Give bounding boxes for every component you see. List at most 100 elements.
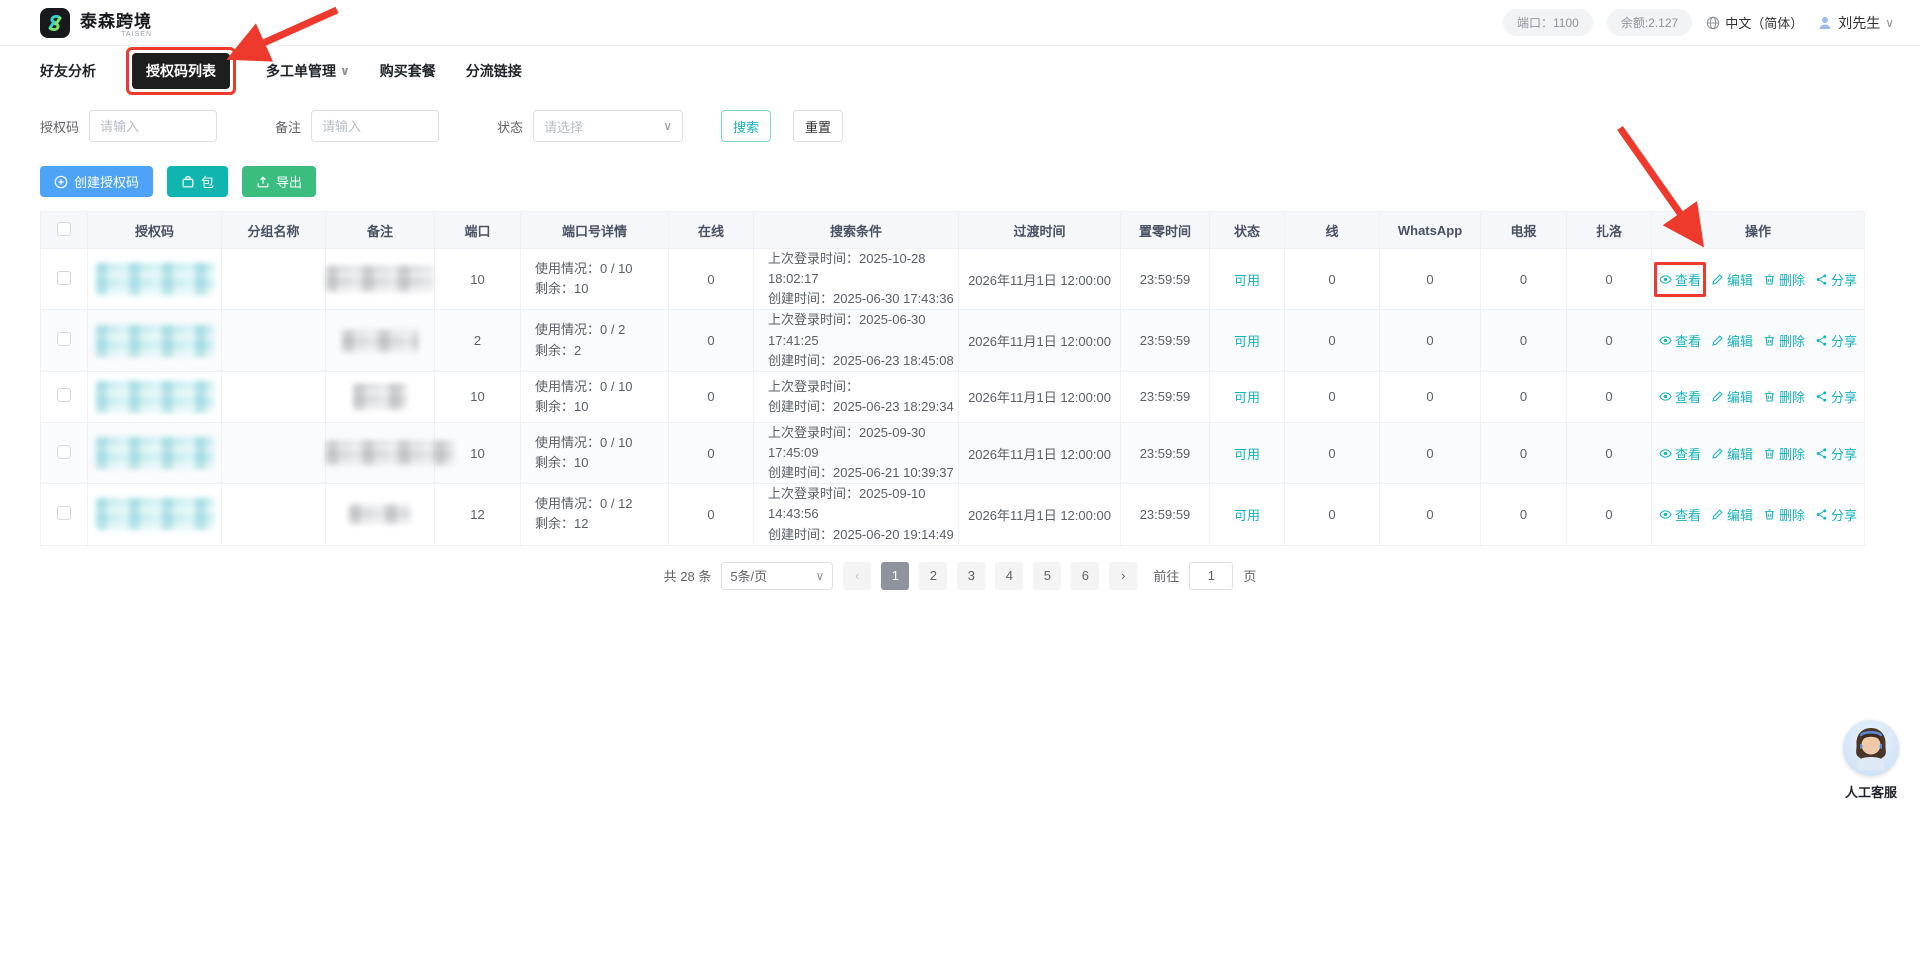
nav-split-link[interactable]: 分流链接 <box>466 61 522 81</box>
page-button-2[interactable]: 2 <box>919 562 947 590</box>
note-input[interactable] <box>311 110 439 142</box>
page-size-value: 5条/页 <box>730 566 767 585</box>
filter-bar: 授权码 备注 状态 请选择 ∨ 搜索 重置 <box>0 110 1920 142</box>
cell-search-condition: 上次登录时间：2025-10-28 18:02:17创建时间：2025-06-3… <box>754 249 959 310</box>
authcode-redacted <box>96 437 214 469</box>
user-menu[interactable]: 刘先生 ∨ <box>1817 13 1894 33</box>
globe-icon <box>1706 16 1720 30</box>
edit-button[interactable]: 编辑 <box>1711 444 1753 463</box>
share-button[interactable]: 分享 <box>1815 387 1857 406</box>
reset-button[interactable]: 重置 <box>793 110 843 142</box>
goto-page-input[interactable] <box>1189 562 1233 590</box>
share-button[interactable]: 分享 <box>1815 444 1857 463</box>
cell-port-detail: 使用情况：0 / 10剩余：10 <box>521 422 669 483</box>
chevron-down-icon: ∨ <box>663 119 672 133</box>
share-button[interactable]: 分享 <box>1815 505 1857 524</box>
nav-authcode-list[interactable]: 授权码列表 <box>132 53 230 89</box>
status-badge: 可用 <box>1210 249 1285 310</box>
cell-group-name <box>222 371 326 422</box>
delete-button[interactable]: 删除 <box>1763 444 1805 463</box>
cell-search-condition: 上次登录时间：2025-06-30 17:41:25创建时间：2025-06-2… <box>754 310 959 371</box>
next-page-button[interactable]: › <box>1109 562 1137 590</box>
cell-zero-time: 23:59:59 <box>1121 249 1210 310</box>
nav-friend-analysis[interactable]: 好友分析 <box>40 61 96 81</box>
share-icon <box>1815 447 1828 460</box>
delete-button[interactable]: 删除 <box>1763 505 1805 524</box>
view-button[interactable]: 查看 <box>1659 505 1701 524</box>
user-icon <box>1817 15 1833 31</box>
authcode-input[interactable] <box>89 110 217 142</box>
customer-service-widget[interactable]: 人工客服 <box>1834 720 1908 801</box>
share-icon <box>1815 273 1828 286</box>
col-note: 备注 <box>326 212 435 249</box>
page-button-6[interactable]: 6 <box>1071 562 1099 590</box>
view-button[interactable]: 查看 <box>1659 270 1701 289</box>
create-authcode-label: 创建授权码 <box>74 172 139 191</box>
row-checkbox[interactable] <box>57 388 71 402</box>
chevron-down-icon: ∨ <box>340 64 350 78</box>
view-button[interactable]: 查看 <box>1659 387 1701 406</box>
view-button[interactable]: 查看 <box>1659 331 1701 350</box>
trash-icon <box>1763 273 1776 286</box>
delete-button[interactable]: 删除 <box>1763 270 1805 289</box>
row-checkbox[interactable] <box>57 445 71 459</box>
trash-icon <box>1763 390 1776 403</box>
cell-transition-time: 2026年11月1日 12:00:00 <box>959 422 1121 483</box>
cell-group-name <box>222 310 326 371</box>
page-size-select[interactable]: 5条/页 ∨ <box>721 562 833 590</box>
note-filter-label: 备注 <box>275 117 301 136</box>
prev-page-button[interactable]: ‹ <box>843 562 871 590</box>
edit-button[interactable]: 编辑 <box>1711 505 1753 524</box>
export-button[interactable]: 导出 <box>242 166 316 197</box>
status-select[interactable]: 请选择 ∨ <box>533 110 683 142</box>
row-checkbox[interactable] <box>57 506 71 520</box>
cell-telegram: 0 <box>1481 484 1567 545</box>
plus-circle-icon <box>54 175 68 189</box>
col-port-detail: 端口号详情 <box>521 212 669 249</box>
page-button-4[interactable]: 4 <box>995 562 1023 590</box>
total-count: 共 28 条 <box>664 566 712 585</box>
row-checkbox[interactable] <box>57 271 71 285</box>
language-selector[interactable]: 中文（简体） <box>1706 13 1803 32</box>
delete-button[interactable]: 删除 <box>1763 331 1805 350</box>
cell-port: 10 <box>435 371 521 422</box>
cell-port: 10 <box>435 249 521 310</box>
cell-zero-time: 23:59:59 <box>1121 310 1210 371</box>
port-badge: 端口：1100 <box>1503 9 1593 36</box>
page-button-1[interactable]: 1 <box>881 562 909 590</box>
table-row: 10 使用情况：0 / 10剩余：10 0 上次登录时间：2025-09-30 … <box>41 422 1865 483</box>
nav-buy-plan[interactable]: 购买套餐 <box>380 61 436 81</box>
share-icon <box>1815 390 1828 403</box>
create-authcode-button[interactable]: 创建授权码 <box>40 166 153 197</box>
edit-button[interactable]: 编辑 <box>1711 270 1753 289</box>
cell-port-detail: 使用情况：0 / 12剩余：12 <box>521 484 669 545</box>
page-button-5[interactable]: 5 <box>1033 562 1061 590</box>
cell-group-name <box>222 484 326 545</box>
select-all-checkbox[interactable] <box>57 222 71 236</box>
pencil-icon <box>1711 447 1724 460</box>
share-button[interactable]: 分享 <box>1815 331 1857 350</box>
cell-line: 0 <box>1285 484 1380 545</box>
edit-button[interactable]: 编辑 <box>1711 331 1753 350</box>
nav-ticket-management[interactable]: 多工单管理 ∨ <box>266 61 350 81</box>
col-operations: 操作 <box>1652 212 1865 249</box>
row-checkbox[interactable] <box>57 332 71 346</box>
search-button[interactable]: 搜索 <box>721 110 771 142</box>
cell-port-detail: 使用情况：0 / 2剩余：2 <box>521 310 669 371</box>
cell-whatsapp: 0 <box>1380 249 1481 310</box>
share-button[interactable]: 分享 <box>1815 270 1857 289</box>
page-button-3[interactable]: 3 <box>957 562 985 590</box>
cell-telegram: 0 <box>1481 371 1567 422</box>
edit-button[interactable]: 编辑 <box>1711 387 1753 406</box>
cell-whatsapp: 0 <box>1380 310 1481 371</box>
view-button[interactable]: 查看 <box>1659 444 1701 463</box>
delete-button[interactable]: 删除 <box>1763 387 1805 406</box>
customer-service-avatar <box>1843 720 1899 776</box>
note-redacted <box>353 384 407 410</box>
eye-icon <box>1659 334 1672 347</box>
chevron-down-icon: ∨ <box>1885 16 1894 30</box>
cell-group-name <box>222 249 326 310</box>
annotation-box-tab: 授权码列表 <box>126 47 236 95</box>
eye-icon <box>1659 508 1672 521</box>
package-button[interactable]: 包 <box>167 166 228 197</box>
